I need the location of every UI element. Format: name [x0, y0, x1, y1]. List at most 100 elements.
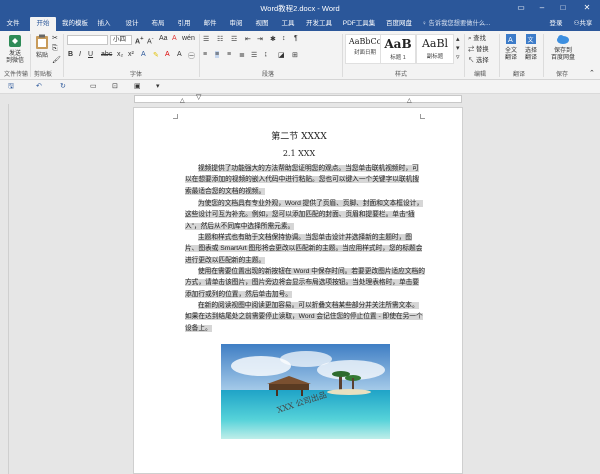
new-doc-icon[interactable]: ▣	[134, 82, 141, 90]
find-label: 查找	[473, 35, 486, 42]
chinese-layout-icon[interactable]: ✱	[270, 35, 276, 43]
superscript-icon[interactable]: x²	[128, 51, 134, 58]
style-name: 标题 1	[390, 55, 406, 61]
tab-pdf-tools[interactable]: PDF工具集	[342, 18, 376, 29]
strikethrough-icon[interactable]: abc	[101, 51, 112, 58]
style-heading-1[interactable]: AaB 标题 1	[380, 34, 416, 64]
document-page[interactable]: 第二节 XXXX 2.1 XXX 视频提供了功能强大的方法帮助您证明您的观点。当…	[133, 107, 463, 474]
selection-translate-button[interactable]: 文 选择 翻译	[522, 33, 540, 62]
group-divider	[464, 34, 465, 77]
tab-layout[interactable]: 布局	[150, 18, 166, 29]
search-placeholder: 告诉我您想要做什么...	[428, 20, 491, 27]
open-icon[interactable]: ▭	[90, 82, 97, 90]
copy-icon[interactable]: ⎘	[52, 45, 58, 53]
tab-review[interactable]: 审阅	[228, 18, 244, 29]
first-line-indent-icon[interactable]: ▽	[196, 93, 201, 101]
grow-font-icon[interactable]: A+	[135, 36, 143, 45]
tab-home[interactable]: 开始	[30, 17, 56, 31]
bullets-icon[interactable]: ☰	[203, 35, 209, 43]
group-save: 保存	[556, 72, 569, 78]
tab-view[interactable]: 视图	[254, 18, 270, 29]
right-indent-icon[interactable]: △	[407, 97, 412, 104]
group-divider	[543, 34, 544, 77]
align-center-icon[interactable]: ≡	[215, 51, 220, 58]
replace-button[interactable]: ⇄ 替换	[468, 44, 489, 53]
tab-file[interactable]: 文件	[4, 18, 22, 29]
shading-icon[interactable]: ◪	[278, 51, 285, 59]
enclose-char-icon[interactable]: ㊀	[188, 51, 195, 61]
tab-developer[interactable]: 开发工具	[304, 18, 334, 29]
distributed-icon[interactable]: ☰	[251, 51, 257, 59]
send-to-wechat-button[interactable]: 发送 到微信	[3, 34, 27, 65]
phonetic-guide-icon[interactable]: wén	[182, 35, 195, 42]
collapse-ribbon-icon[interactable]: ⌃	[589, 69, 595, 77]
align-right-icon[interactable]: ≡	[227, 51, 231, 58]
line-spacing-icon[interactable]: ↨	[264, 51, 268, 58]
horizontal-ruler[interactable]: ▽ △ △	[0, 94, 600, 104]
shrink-font-icon[interactable]: A-	[147, 36, 154, 45]
minimize-icon[interactable]: –	[533, 0, 551, 16]
change-case-icon[interactable]: Aa	[159, 35, 168, 42]
undo-icon[interactable]: ↶	[36, 82, 42, 90]
format-painter-icon[interactable]: 🖌	[52, 56, 61, 64]
increase-indent-icon[interactable]: ⇥	[257, 35, 263, 43]
save-icon[interactable]: 🖫	[8, 82, 14, 93]
font-name-field[interactable]	[67, 35, 108, 45]
full-text-translate-button[interactable]: A 全文 翻译	[502, 33, 520, 62]
tab-my-templates[interactable]: 我的模板	[60, 18, 90, 29]
print-preview-icon[interactable]: ⊡	[112, 82, 118, 90]
decrease-indent-icon[interactable]: ⇤	[245, 35, 251, 43]
save-to-baidu-button[interactable]: 保存到 百度网盘	[548, 33, 578, 62]
vertical-ruler[interactable]	[0, 104, 9, 474]
tab-insert[interactable]: 插入	[96, 18, 112, 29]
bold-icon[interactable]: B	[68, 51, 73, 58]
customize-qat-icon[interactable]: ▾	[156, 82, 160, 90]
group-divider	[342, 34, 343, 77]
clear-format-icon[interactable]: A	[172, 35, 177, 42]
tab-references[interactable]: 引用	[176, 18, 192, 29]
styles-more-icon[interactable]: ▿	[456, 53, 460, 61]
style-subtitle[interactable]: AaBl 副标题	[416, 34, 454, 64]
cut-icon[interactable]: ✂	[52, 34, 58, 42]
group-divider	[199, 34, 200, 77]
select-button[interactable]: ↖ 选择	[468, 55, 489, 64]
share-button[interactable]: ⚇共享	[570, 18, 596, 29]
group-font: 字体	[130, 72, 143, 78]
numbering-icon[interactable]: ☷	[217, 35, 223, 43]
tell-me-search[interactable]: ♀ 告诉我您想要做什么...	[422, 18, 490, 27]
char-shading-icon[interactable]: A	[177, 51, 182, 58]
justify-icon[interactable]: ≣	[239, 51, 245, 59]
tab-baidu-netdisk[interactable]: 百度网盘	[384, 18, 414, 29]
left-indent-icon[interactable]: △	[180, 97, 185, 104]
highlight-icon[interactable]: ✎	[153, 51, 159, 59]
group-divider	[499, 34, 500, 77]
subscript-icon[interactable]: x₂	[117, 51, 123, 58]
beach-photo[interactable]: XXX 公司出品	[221, 344, 390, 439]
align-left-icon[interactable]: ≡	[203, 51, 207, 58]
font-size-field[interactable]: 小四	[110, 35, 132, 45]
style-cover-date[interactable]: AaBbCc 封面日期	[345, 34, 385, 64]
tab-design[interactable]: 设计	[124, 18, 140, 29]
paste-button[interactable]: 粘贴	[34, 34, 50, 60]
multilevel-list-icon[interactable]: ☲	[231, 35, 237, 43]
sort-icon[interactable]: ↕	[282, 35, 286, 42]
tab-tools[interactable]: 工具	[280, 18, 296, 29]
show-marks-icon[interactable]: ¶	[294, 35, 298, 42]
styles-scroll-up-icon[interactable]: ▴	[456, 35, 460, 43]
redo-icon[interactable]: ↻	[60, 82, 66, 90]
style-sample: AaBl	[421, 37, 449, 50]
text-effects-icon[interactable]: A	[141, 51, 146, 58]
maximize-icon[interactable]: □	[554, 0, 572, 16]
styles-scroll-down-icon[interactable]: ▾	[456, 44, 460, 52]
close-icon[interactable]: ✕	[578, 0, 596, 16]
send-to-wechat-label: 发送 到微信	[5, 51, 24, 64]
wechat-send-icon	[9, 35, 21, 47]
italic-icon[interactable]: I	[79, 51, 81, 58]
font-color-icon[interactable]: A	[165, 51, 170, 58]
login-link[interactable]: 登录	[548, 18, 564, 29]
borders-icon[interactable]: ⊞	[292, 51, 298, 59]
underline-icon[interactable]: U	[88, 51, 93, 58]
ribbon-display-icon[interactable]: ▭	[512, 0, 530, 16]
tab-mailings[interactable]: 邮件	[202, 18, 218, 29]
find-button[interactable]: ⌕ 查找	[468, 33, 486, 43]
